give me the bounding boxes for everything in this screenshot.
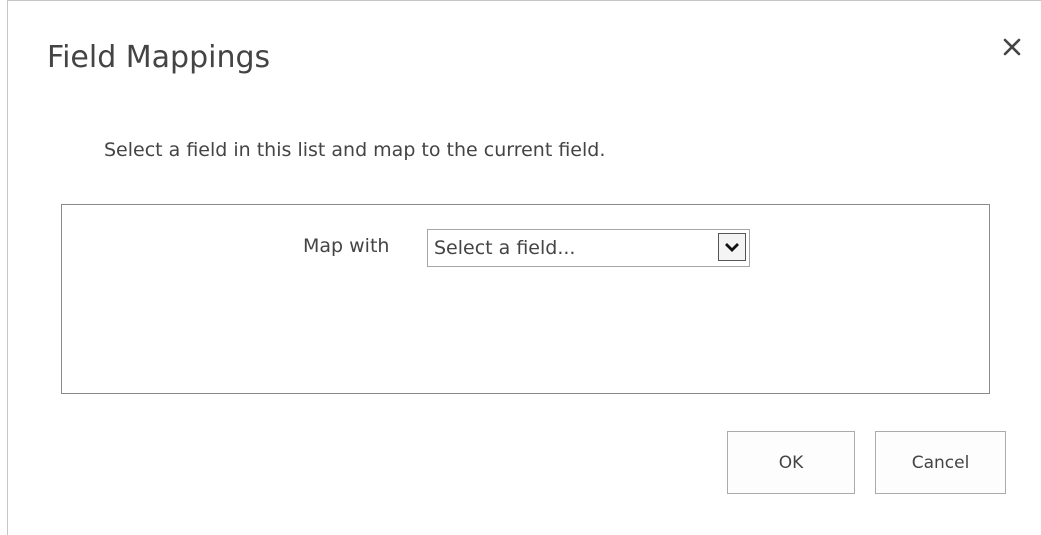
- field-select-value: Select a field...: [434, 237, 576, 259]
- dialog-title: Field Mappings: [47, 40, 271, 75]
- cancel-button[interactable]: Cancel: [875, 431, 1006, 494]
- close-button[interactable]: [995, 30, 1029, 64]
- map-with-label: Map with: [303, 235, 390, 257]
- field-mappings-dialog: Field Mappings Select a field in this li…: [0, 0, 1041, 535]
- mapping-panel: Map with Select a field...: [61, 204, 990, 394]
- chevron-down-icon: [725, 243, 739, 252]
- close-icon: [1003, 38, 1021, 56]
- ok-button[interactable]: OK: [727, 431, 855, 494]
- field-select[interactable]: Select a field...: [427, 229, 750, 267]
- dialog-top-border: [7, 0, 1041, 1]
- instruction-text: Select a field in this list and map to t…: [104, 139, 606, 161]
- select-arrow-button[interactable]: [718, 233, 746, 261]
- dialog-left-border: [7, 0, 8, 535]
